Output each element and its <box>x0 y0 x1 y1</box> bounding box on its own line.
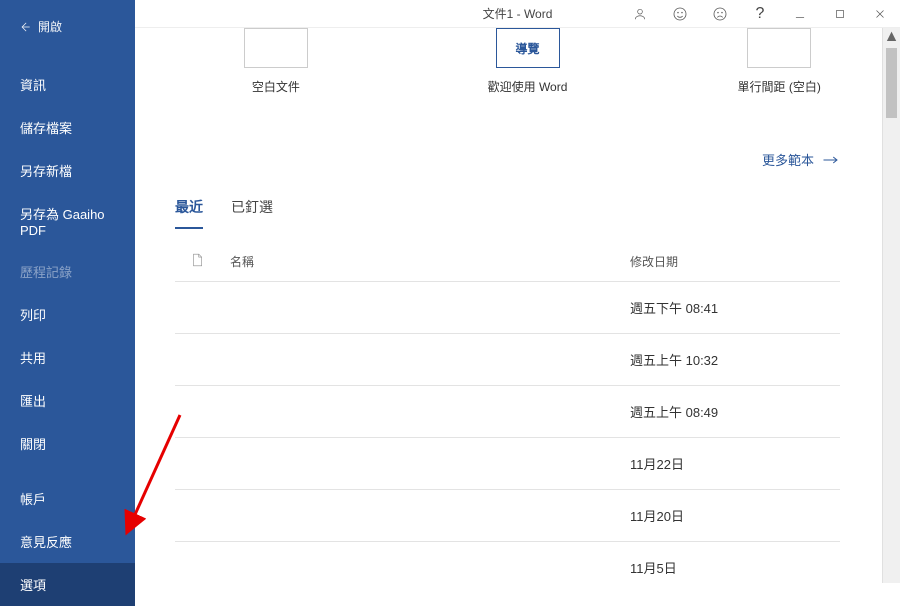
template-label: 單行間距 (空白) <box>738 78 821 95</box>
sidebar-item-options[interactable]: 選項 <box>0 563 135 606</box>
file-date: 11月22日 <box>630 454 840 473</box>
sidebar-item-close[interactable]: 關閉 <box>0 422 135 465</box>
sidebar-item-account[interactable]: 帳戶 <box>0 477 135 520</box>
minimize-button[interactable] <box>780 0 820 28</box>
list-item[interactable]: 週五上午 08:49 <box>175 385 840 437</box>
smile-icon[interactable] <box>660 0 700 28</box>
template-blank[interactable]: 空白文件 <box>205 28 347 95</box>
recent-file-list: 週五下午 08:41 週五上午 10:32 週五上午 08:49 11月22日 … <box>135 281 880 583</box>
tab-recent[interactable]: 最近 <box>175 197 203 229</box>
back-button[interactable]: 開啟 <box>0 10 135 49</box>
backstage-content: 空白文件 導覽 歡迎使用 Word 單行間距 (空白) 更多範本 最近 已釘選 … <box>135 28 880 583</box>
template-label: 空白文件 <box>252 78 300 95</box>
more-templates-link[interactable]: 更多範本 <box>135 95 880 179</box>
list-item[interactable]: 週五上午 10:32 <box>175 333 840 385</box>
frown-icon[interactable] <box>700 0 740 28</box>
file-date: 11月20日 <box>630 506 840 525</box>
list-item[interactable]: 11月22日 <box>175 437 840 489</box>
vertical-scrollbar[interactable]: ▲ <box>882 28 900 583</box>
titlebar: 文件1 - Word ? <box>135 0 900 28</box>
close-button[interactable] <box>860 0 900 28</box>
account-icon[interactable] <box>620 0 660 28</box>
list-item[interactable]: 11月20日 <box>175 489 840 541</box>
backstage-sidebar: 開啟 資訊 儲存檔案 另存新檔 另存為 Gaaiho PDF 歷程記錄 列印 共… <box>0 0 135 583</box>
back-arrow-icon <box>18 20 32 34</box>
file-date: 週五下午 08:41 <box>630 298 840 317</box>
file-date: 週五上午 08:49 <box>630 402 840 421</box>
template-single-spacing[interactable]: 單行間距 (空白) <box>708 28 850 95</box>
tab-pinned[interactable]: 已釘選 <box>231 197 273 229</box>
sidebar-item-share[interactable]: 共用 <box>0 336 135 379</box>
recent-tabs: 最近 已釘選 <box>135 179 880 229</box>
template-gallery: 空白文件 導覽 歡迎使用 Word 單行間距 (空白) <box>135 28 880 95</box>
maximize-button[interactable] <box>820 0 860 28</box>
list-item[interactable]: 週五下午 08:41 <box>175 281 840 333</box>
template-thumb <box>747 28 811 68</box>
template-thumb: 導覽 <box>496 28 560 68</box>
window-title: 文件1 - Word <box>483 5 553 22</box>
column-name: 名稱 <box>230 253 630 270</box>
scrollbar-thumb[interactable] <box>886 48 897 118</box>
sidebar-item-info[interactable]: 資訊 <box>0 63 135 106</box>
sidebar-item-save-as-pdf[interactable]: 另存為 Gaaiho PDF <box>0 192 135 250</box>
help-icon[interactable]: ? <box>740 0 780 28</box>
sidebar-item-history: 歷程記錄 <box>0 250 135 293</box>
sidebar-item-save-as[interactable]: 另存新檔 <box>0 149 135 192</box>
column-date: 修改日期 <box>630 253 840 270</box>
file-date: 週五上午 10:32 <box>630 350 840 369</box>
template-thumb <box>244 28 308 68</box>
list-item[interactable]: 11月5日 <box>175 541 840 583</box>
scroll-up-icon[interactable]: ▲ <box>883 28 900 46</box>
template-welcome[interactable]: 導覽 歡迎使用 Word <box>457 28 599 95</box>
sidebar-item-feedback[interactable]: 意見反應 <box>0 520 135 563</box>
more-templates-label: 更多範本 <box>762 150 814 169</box>
sidebar-item-print[interactable]: 列印 <box>0 293 135 336</box>
sidebar-item-save[interactable]: 儲存檔案 <box>0 106 135 149</box>
file-date: 11月5日 <box>630 558 840 577</box>
list-header: 名稱 修改日期 <box>135 229 880 281</box>
arrow-right-icon <box>822 155 840 165</box>
back-label: 開啟 <box>38 18 62 35</box>
template-label: 歡迎使用 Word <box>488 78 568 95</box>
sidebar-item-export[interactable]: 匯出 <box>0 379 135 422</box>
document-icon <box>190 251 206 271</box>
